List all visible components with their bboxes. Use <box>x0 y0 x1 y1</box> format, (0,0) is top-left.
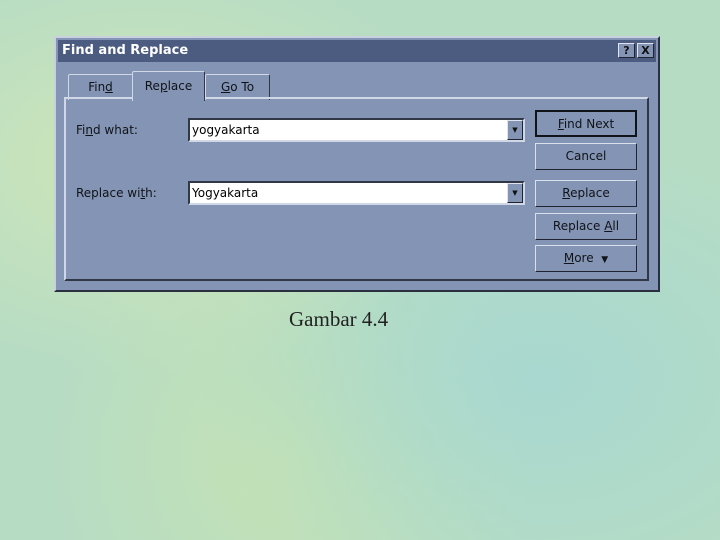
title-bar: Find and Replace ? X <box>58 40 656 62</box>
tab-label: o To <box>230 80 255 94</box>
double-chevron-down-icon: ▼ <box>601 255 609 265</box>
mnemonic: G <box>220 80 231 94</box>
help-button[interactable]: ? <box>618 43 635 58</box>
chevron-down-icon[interactable]: ▼ <box>507 183 523 203</box>
find-what-label: Find what: <box>76 123 138 137</box>
mnemonic: d <box>105 80 113 94</box>
replace-button[interactable]: Replace <box>535 180 637 207</box>
replace-with-combobox[interactable]: Yogyakarta ▼ <box>188 181 525 205</box>
mnemonic: p <box>159 79 168 93</box>
tab-label: Re <box>144 79 160 93</box>
replace-with-value: Yogyakarta <box>192 186 259 200</box>
find-next-button[interactable]: Find Next <box>535 110 637 137</box>
tab-label: lace <box>167 79 193 93</box>
close-button[interactable]: X <box>637 43 654 58</box>
find-what-value: yogyakarta <box>192 123 260 137</box>
find-what-combobox[interactable]: yogyakarta ▼ <box>188 118 525 142</box>
more-button[interactable]: More ▼ <box>535 245 637 272</box>
tab-label: Fin <box>88 80 106 94</box>
cancel-button[interactable]: Cancel <box>535 143 637 170</box>
chevron-down-icon[interactable]: ▼ <box>507 120 523 140</box>
replace-all-button[interactable]: Replace All <box>535 213 637 240</box>
figure-caption: Gambar 4.4 <box>289 307 389 331</box>
replace-with-label: Replace with: <box>76 186 157 200</box>
tab-replace[interactable]: Replace <box>132 71 205 101</box>
dialog-title: Find and Replace <box>62 43 189 58</box>
find-replace-dialog: Find and Replace ? X Find Replace Go To … <box>54 36 660 292</box>
